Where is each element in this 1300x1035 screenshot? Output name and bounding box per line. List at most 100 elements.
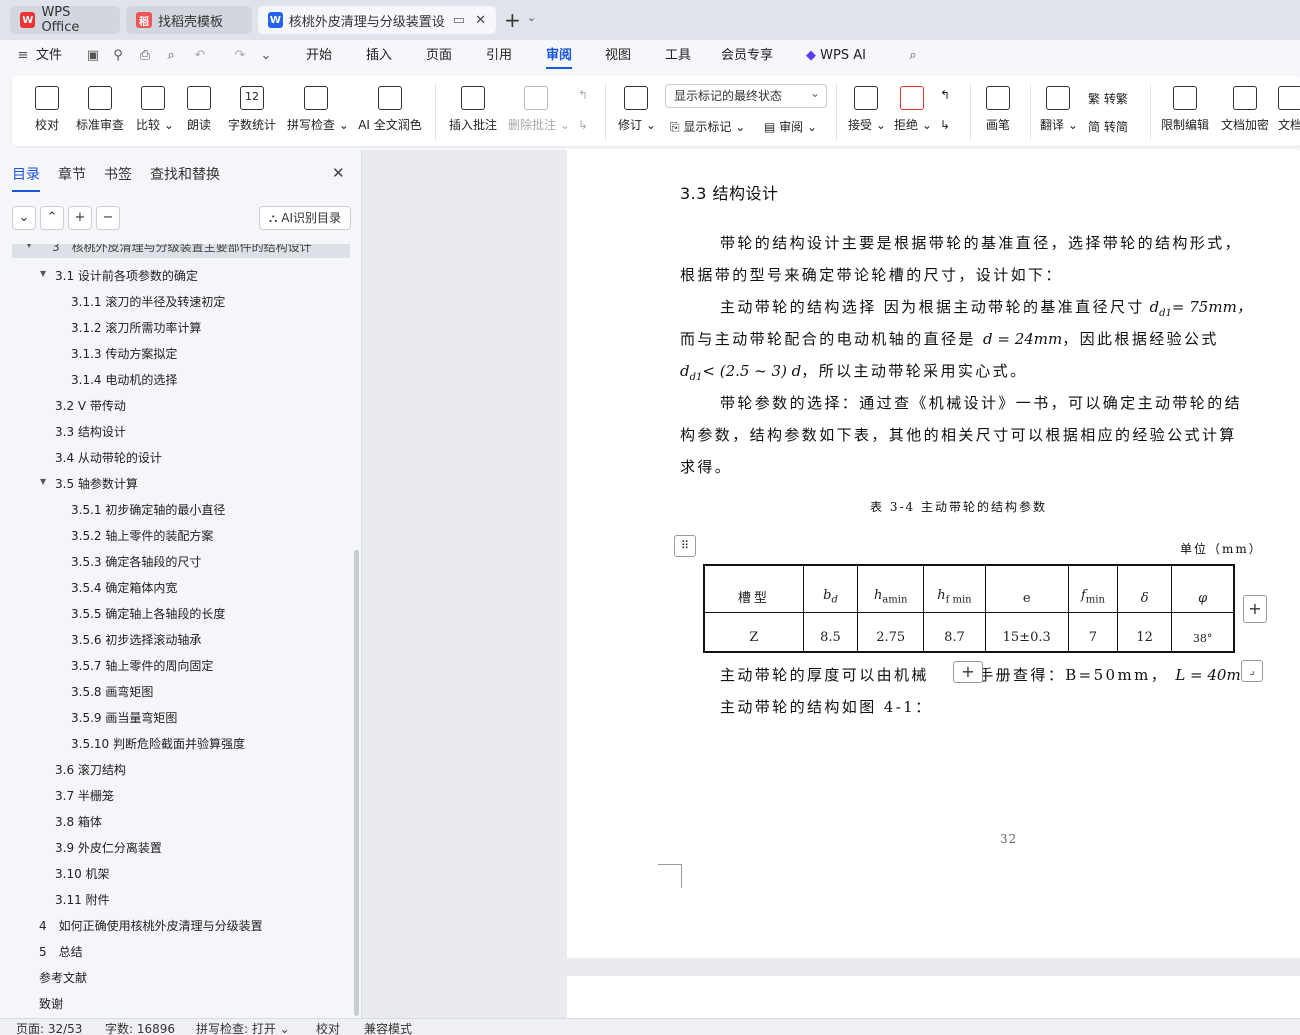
document-next-page[interactable] xyxy=(567,976,1300,1018)
toc-item[interactable]: 3.5 轴参数计算 xyxy=(55,475,138,492)
expand-down-button[interactable]: ⌄ xyxy=(12,206,36,230)
tab-docer-templates[interactable]: 稻 找稻壳模板 xyxy=(126,6,252,34)
standard-review-button[interactable]: 标准审查 xyxy=(76,82,124,142)
table-cell[interactable]: 38° xyxy=(1171,611,1235,653)
paragraph-line[interactable]: 根据带的型号来确定带论轮槽的尺寸，设计如下： xyxy=(680,264,1063,285)
header-cell[interactable]: bd xyxy=(802,564,859,613)
spell-check-indicator[interactable]: 拼写检查: 打开 ⌄ xyxy=(196,1020,290,1035)
toc-item[interactable]: 3.5.2 轴上零件的装配方案 xyxy=(71,527,213,544)
key-icon[interactable]: ⚲ xyxy=(110,48,126,64)
toc-item[interactable]: 3.7 半栅笼 xyxy=(55,787,114,804)
toc-item[interactable]: 3.5.3 确定各轴段的尺寸 xyxy=(71,553,201,570)
hamburger-icon[interactable]: ≡ xyxy=(15,48,31,64)
table-unit[interactable]: 单位（mm） xyxy=(1180,540,1263,557)
menu-page[interactable]: 页面 xyxy=(426,40,452,72)
paragraph-line[interactable]: 主动带轮的结构如图 4-1： xyxy=(720,696,933,717)
paragraph-line[interactable]: 而与主动带轮配合的电动机轴的直径是 d = 24mm，因此根据经验公式 xyxy=(680,328,1219,349)
toc-scrollbar[interactable] xyxy=(354,550,359,1016)
toc-item[interactable]: 3.1 设计前各项参数的确定 xyxy=(55,267,198,284)
more-chevron-icon[interactable]: ⌄ xyxy=(258,48,274,64)
table-cell[interactable]: 8.7 xyxy=(923,611,986,653)
toc-item[interactable]: 3.5.5 确定轴上各轴段的长度 xyxy=(71,605,225,622)
toc-item[interactable]: 3.6 滚刀结构 xyxy=(55,761,126,778)
proofread-button[interactable]: 校对 xyxy=(34,82,60,142)
page-indicator[interactable]: 页面: 32/53 xyxy=(16,1020,82,1035)
menu-home[interactable]: 开始 xyxy=(306,40,332,72)
next-change-icon[interactable]: ↳ xyxy=(940,118,950,132)
expanded-triangle-icon[interactable]: ▼ xyxy=(40,477,46,486)
toc-item[interactable]: 3.5.7 轴上零件的周向固定 xyxy=(71,657,213,674)
toc-item[interactable]: 3.5.8 画弯矩图 xyxy=(71,683,153,700)
previous-comment-icon[interactable]: ↰ xyxy=(578,88,588,102)
toc-item[interactable]: 3.5.1 初步确定轴的最小直径 xyxy=(71,501,225,518)
toc-item[interactable]: 3.3 结构设计 xyxy=(55,423,126,440)
monitor-icon[interactable]: ▭ xyxy=(453,13,465,28)
toc-item[interactable]: 3.1.1 滚刀的半径及转速初定 xyxy=(71,293,225,310)
section-heading[interactable]: 3.3 结构设计 xyxy=(680,180,779,204)
table-cell[interactable]: Z xyxy=(703,611,804,653)
paragraph-line[interactable]: dd1< (2.5 ~ 3) d，所以主动带轮采用实心式。 xyxy=(680,360,1028,383)
header-cell[interactable]: φ xyxy=(1171,564,1235,613)
pen-button[interactable]: 画笔 xyxy=(984,82,1012,142)
menu-review[interactable]: 审阅 xyxy=(546,40,573,72)
toc-item[interactable]: 4 如何正确使用核桃外皮清理与分级装置 xyxy=(39,917,263,934)
table-cell[interactable]: 12 xyxy=(1117,611,1173,653)
header-cell[interactable]: 槽型 xyxy=(703,564,804,613)
paragraph-line[interactable]: 带轮参数的选择：通过查《机械设计》一书，可以确定主动带轮的结 xyxy=(720,392,1242,413)
redo-icon[interactable]: ↷ xyxy=(232,48,248,64)
menu-tools[interactable]: 工具 xyxy=(665,40,691,72)
undo-icon[interactable]: ↶ xyxy=(192,48,208,64)
track-changes-button[interactable]: 修订 ⌄ xyxy=(618,82,656,142)
remove-heading-button[interactable]: − xyxy=(96,206,120,230)
table-cell[interactable]: 8.5 xyxy=(802,611,859,653)
tab-toc[interactable]: 目录 xyxy=(12,164,40,192)
paragraph-line[interactable]: 求得。 xyxy=(680,456,732,477)
toc-item[interactable]: 3.5.9 画当量弯矩图 xyxy=(71,709,177,726)
print-icon[interactable]: ⎙ xyxy=(137,48,153,64)
add-heading-button[interactable]: + xyxy=(68,206,92,230)
compare-button[interactable]: 比较 ⌄ xyxy=(136,82,174,142)
toc-item[interactable]: 3.4 从动带轮的设计 xyxy=(55,449,162,466)
table-move-handle[interactable]: ⠿ xyxy=(674,535,696,557)
tab-current-document[interactable]: W 核桃外皮清理与分级装置设计 ▭ ✕ xyxy=(258,6,496,34)
toc-item[interactable]: 3.1.3 传动方案拟定 xyxy=(71,345,177,362)
ai-polish-button[interactable]: AI 全文润色 xyxy=(357,82,423,142)
new-tab-icon[interactable]: + xyxy=(504,8,521,32)
toc-item[interactable]: 3.2 V 带传动 xyxy=(55,397,126,414)
restrict-editing-button[interactable]: 限制编辑 xyxy=(1160,82,1210,142)
table-cell[interactable]: 2.75 xyxy=(857,611,925,653)
add-row-button[interactable]: + xyxy=(953,661,983,683)
toc-item[interactable]: 5 总结 xyxy=(39,943,83,960)
previous-change-icon[interactable]: ↰ xyxy=(940,88,950,102)
tab-find-replace[interactable]: 查找和替换 xyxy=(150,164,220,184)
close-tab-icon[interactable]: ✕ xyxy=(475,13,486,28)
word-count-indicator[interactable]: 字数: 16896 xyxy=(105,1020,175,1035)
menu-file[interactable]: 文件 xyxy=(36,40,62,72)
spell-check-button[interactable]: 拼写检查 ⌄ xyxy=(287,82,349,142)
table-cell[interactable]: 15±0.3 xyxy=(984,611,1069,653)
accept-button[interactable]: 接受 ⌄ xyxy=(848,82,886,142)
add-column-button[interactable]: + xyxy=(1243,595,1267,623)
toc-item[interactable]: 3.8 箱体 xyxy=(55,813,102,830)
paragraph-line[interactable]: 带轮的结构设计主要是根据带轮的基准直径，选择带轮的结构形式， xyxy=(720,232,1242,253)
menu-membership[interactable]: 会员专享 xyxy=(721,40,773,72)
table-caption[interactable]: 表 3-4 主动带轮的结构参数 xyxy=(870,498,1047,515)
toc-item[interactable]: 致谢 xyxy=(39,995,63,1012)
resize-table-button[interactable]: ⌟ xyxy=(1241,660,1263,682)
search-icon[interactable]: ⌕ xyxy=(905,48,921,64)
toc-item[interactable]: 3.5.10 判断危险截面并验算强度 xyxy=(71,735,245,752)
header-cell[interactable]: e xyxy=(984,564,1069,613)
close-pane-icon[interactable]: ✕ xyxy=(332,164,345,182)
ai-recognize-toc-button[interactable]: ⛬ AI识别目录 xyxy=(259,206,351,230)
header-cell[interactable]: hf min xyxy=(923,564,986,613)
delete-comment-button[interactable]: 删除批注 ⌄ xyxy=(508,82,570,142)
toc-item[interactable]: 3.5.4 确定箱体内宽 xyxy=(71,579,177,596)
encrypt-document-button[interactable]: 文档加密 xyxy=(1220,82,1270,142)
collapse-up-button[interactable]: ⌃ xyxy=(40,206,64,230)
toc-item[interactable]: 3.9 外皮仁分离装置 xyxy=(55,839,162,856)
to-simplified-button[interactable]: 简 转简 xyxy=(1088,118,1128,135)
toc-item[interactable]: 参考文献 xyxy=(39,969,87,986)
toc-item[interactable]: 3.5.6 初步选择滚动轴承 xyxy=(71,631,201,648)
tab-bookmarks[interactable]: 书签 xyxy=(104,164,132,184)
table-cell[interactable]: 7 xyxy=(1067,611,1119,653)
